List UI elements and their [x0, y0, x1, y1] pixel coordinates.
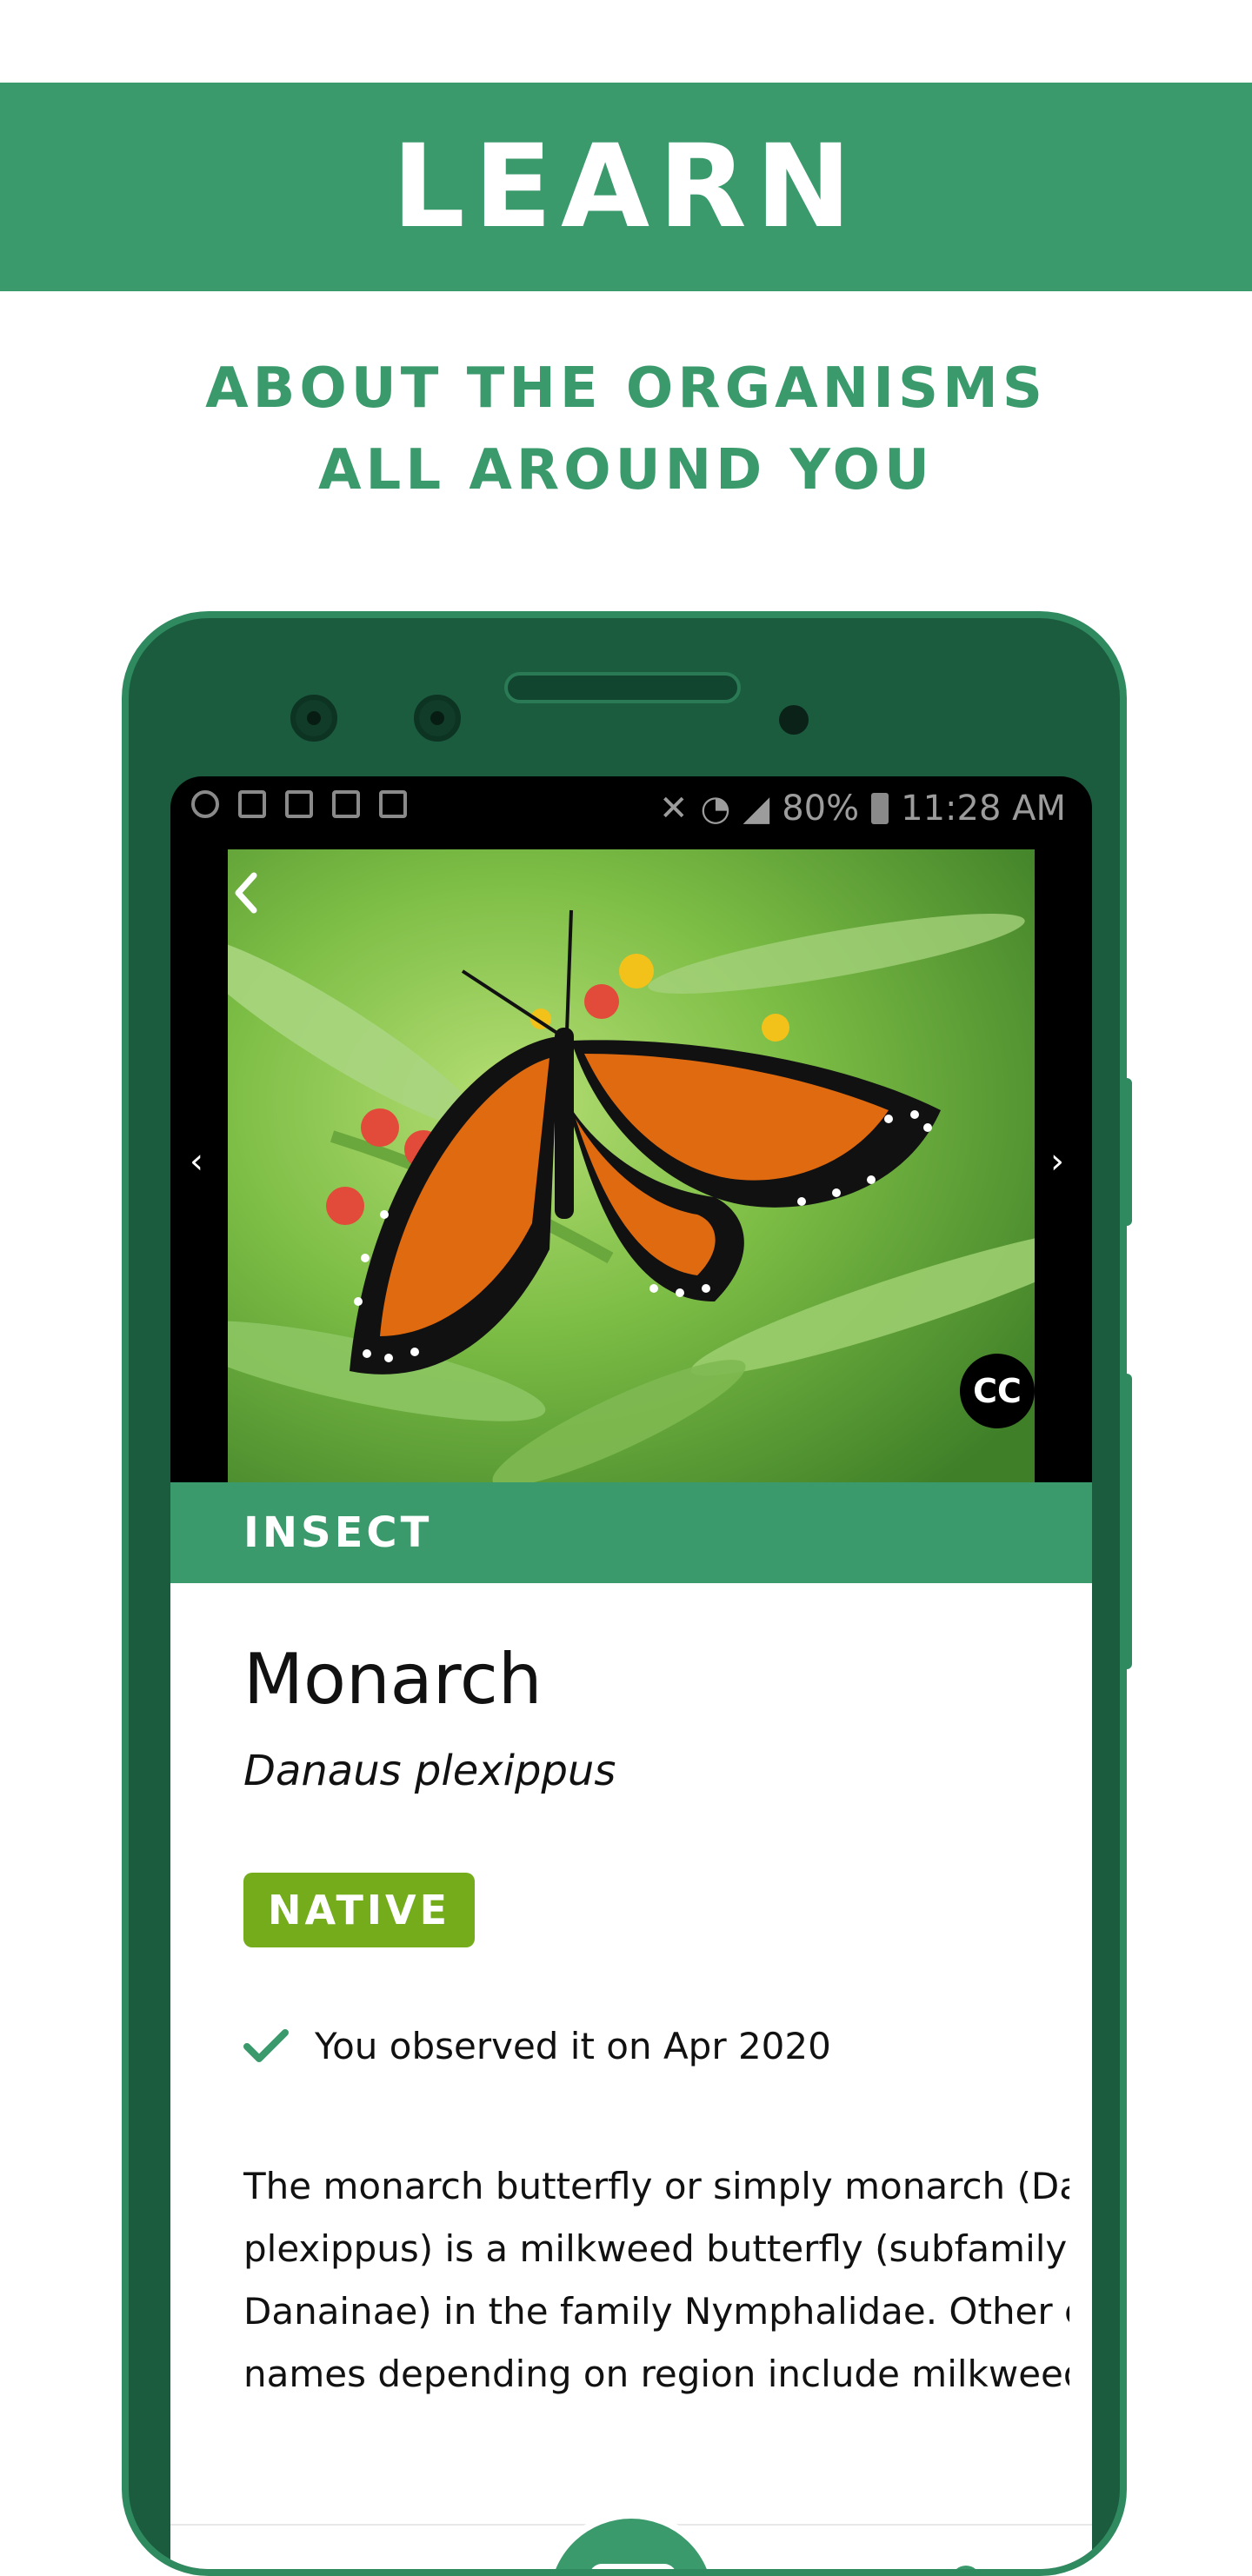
proximity-sensor [779, 705, 809, 735]
phone-mockup: ✕ ◔ ◢ 80% 11:28 AM ‹ › CC INSECT Monarch… [122, 611, 1127, 2576]
observed-date-text: You observed it on Apr 2020 [315, 2025, 831, 2067]
wifi-icon: ◔ [700, 789, 731, 829]
tagline-line-2: ALL AROUND YOU [318, 438, 934, 503]
earpiece-speaker [504, 672, 741, 703]
banner-title: LEARN [391, 120, 861, 254]
dnd-icon [191, 790, 219, 818]
organism-photo[interactable]: CC [228, 849, 1035, 1484]
image-icon [238, 790, 266, 818]
sprout-icon[interactable] [951, 2566, 981, 2569]
monarch-butterfly-image [228, 849, 1035, 1484]
description-text: The monarch butterfly or simply monarch … [243, 2155, 1069, 2406]
description-line: names depending on region include milkwe… [243, 2353, 1069, 2395]
scientific-name: Danaus plexippus [243, 1747, 616, 1795]
description-line: The monarch butterfly or simply monarch … [243, 2165, 1069, 2207]
front-camera-icon [290, 695, 337, 742]
mute-icon: ✕ [659, 789, 689, 829]
battery-icon [871, 793, 889, 824]
front-sensor-icon [414, 695, 461, 742]
checklist-icon [379, 790, 407, 818]
camera-icon [589, 2564, 676, 2569]
description-line: plexippus) is a milkweed butterfly (subf… [243, 2227, 1068, 2270]
checkmark-icon [243, 2028, 289, 2062]
common-name: Monarch [243, 1639, 543, 1720]
notification-icons [191, 790, 407, 818]
next-photo-arrow-icon[interactable]: › [1050, 1142, 1064, 1181]
description-line: Danainae) in the family Nymphalidae. Oth… [243, 2290, 1069, 2333]
battery-percent: 80% [782, 789, 860, 829]
category-label: INSECT [243, 1508, 433, 1557]
previous-photo-arrow-icon[interactable]: ‹ [190, 1142, 203, 1181]
tagline-line-1: ABOUT THE ORGANISMS [205, 356, 1047, 421]
native-status-badge: NATIVE [243, 1873, 476, 1947]
bottom-navigation [170, 2512, 1092, 2569]
header-banner: LEARN [0, 83, 1252, 291]
system-indicators: ✕ ◔ ◢ 80% 11:28 AM [659, 789, 1066, 829]
tagline: ABOUT THE ORGANISMS ALL AROUND YOU [0, 348, 1252, 511]
observed-row: You observed it on Apr 2020 [243, 2025, 831, 2067]
clock: 11:28 AM [901, 789, 1066, 829]
phone-screen: ✕ ◔ ◢ 80% 11:28 AM ‹ › CC INSECT Monarch… [170, 776, 1092, 2569]
organism-details-card: Monarch Danaus plexippus NATIVE You obse… [170, 1583, 1092, 2569]
prescription-icon [332, 790, 360, 818]
category-bar: INSECT [170, 1482, 1092, 1583]
license-cc-badge[interactable]: CC [960, 1354, 1035, 1428]
status-bar: ✕ ◔ ◢ 80% 11:28 AM [170, 776, 1092, 848]
document-icon [285, 790, 313, 818]
signal-icon: ◢ [743, 789, 770, 829]
